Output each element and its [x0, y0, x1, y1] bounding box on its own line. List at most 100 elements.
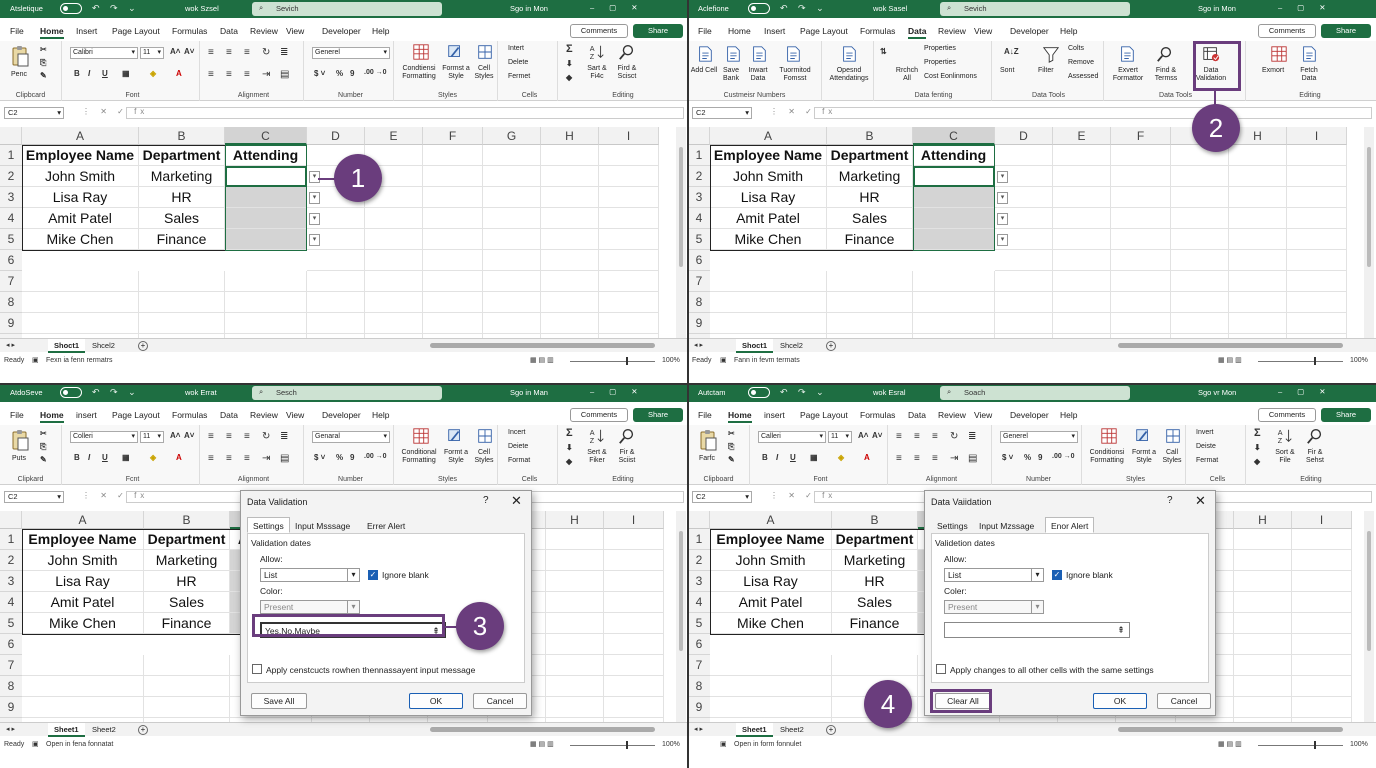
- vertical-scroll-thumb[interactable]: [1367, 531, 1371, 651]
- empty-cell[interactable]: [483, 145, 541, 166]
- empty-cell[interactable]: [1111, 271, 1171, 292]
- tab-review[interactable]: Review: [938, 410, 966, 420]
- empty-cell[interactable]: [22, 697, 144, 718]
- empty-cell[interactable]: [144, 697, 230, 718]
- empty-cell[interactable]: [1229, 166, 1287, 187]
- align-top-icon[interactable]: ≡: [208, 47, 214, 58]
- tab-formulas[interactable]: Formulas: [172, 26, 207, 36]
- empty-cell[interactable]: [1171, 187, 1229, 208]
- add-sheet-button[interactable]: +: [138, 341, 148, 351]
- tab-page-layout[interactable]: Page Layout: [800, 410, 848, 420]
- format-as-table-button[interactable]: Formt a Style: [440, 449, 472, 465]
- comments-button[interactable]: Comments: [570, 408, 628, 422]
- opened-attendings-button[interactable]: Opesnd Attendatings: [826, 67, 872, 83]
- comments-button[interactable]: Comments: [570, 24, 628, 38]
- tab-insert[interactable]: Insert: [764, 26, 785, 36]
- empty-cell[interactable]: [1287, 271, 1347, 292]
- row-header-3[interactable]: 3: [688, 187, 710, 208]
- row-header-9[interactable]: 9: [0, 697, 22, 718]
- empty-cell[interactable]: [1053, 313, 1111, 334]
- apply-all-checkbox[interactable]: [936, 664, 946, 674]
- export-button[interactable]: Exmort: [1262, 67, 1284, 75]
- cut-icon[interactable]: ✂: [728, 429, 735, 438]
- paste-button[interactable]: Puts: [4, 455, 34, 463]
- clear-icon[interactable]: ◆: [1254, 457, 1260, 466]
- cancel-button[interactable]: Cancel: [473, 693, 527, 709]
- sheet-nav-icon[interactable]: ◂ ▸: [694, 341, 703, 349]
- help-button[interactable]: ?: [1167, 495, 1173, 506]
- tab-formulas[interactable]: Formulas: [172, 410, 207, 420]
- column-header-g[interactable]: G: [483, 127, 541, 145]
- row-header-6[interactable]: 6: [0, 250, 22, 271]
- empty-cell[interactable]: [483, 250, 541, 271]
- empty-cell[interactable]: [604, 676, 664, 697]
- view-normal-icon[interactable]: ▦ ▤ ▥: [530, 354, 554, 368]
- empty-cell[interactable]: [1287, 166, 1347, 187]
- empty-cell[interactable]: [541, 208, 599, 229]
- sheet-tab-2[interactable]: Shcel2: [86, 339, 121, 353]
- tab-page-layout[interactable]: Page Layout: [112, 26, 160, 36]
- tab-formulas[interactable]: Formulas: [860, 410, 895, 420]
- empty-cell[interactable]: [225, 313, 307, 334]
- select-all-corner[interactable]: [0, 127, 22, 145]
- empty-cell[interactable]: [139, 271, 225, 292]
- tab-file[interactable]: File: [698, 410, 712, 420]
- add-sheet-button[interactable]: +: [826, 725, 836, 735]
- format-button[interactable]: Fermet: [508, 73, 530, 81]
- empty-cell[interactable]: [913, 292, 995, 313]
- align-middle-icon[interactable]: ≡: [914, 431, 920, 442]
- column-header-h[interactable]: H: [546, 511, 604, 529]
- indent-icon[interactable]: ⇥: [262, 453, 270, 464]
- empty-cell[interactable]: [423, 187, 483, 208]
- empty-cell[interactable]: [710, 676, 832, 697]
- autosave-toggle[interactable]: [60, 387, 82, 398]
- empty-cell[interactable]: [307, 271, 365, 292]
- tab-formulas[interactable]: Formulas: [860, 26, 895, 36]
- ignore-blank-checkbox[interactable]: ✓: [368, 570, 378, 580]
- empty-cell[interactable]: [599, 208, 659, 229]
- fill-icon[interactable]: ⬇: [566, 59, 573, 68]
- font-name-dropdown[interactable]: Colleri: [70, 431, 138, 443]
- empty-cell[interactable]: [365, 208, 423, 229]
- search-box[interactable]: ⌕ Sevich: [252, 2, 442, 16]
- row-header-8[interactable]: 8: [0, 676, 22, 697]
- properties-button-2[interactable]: Properties: [924, 59, 956, 67]
- empty-cell[interactable]: [546, 571, 604, 592]
- empty-cell[interactable]: [365, 271, 423, 292]
- help-button[interactable]: ?: [483, 495, 489, 506]
- select-all-corner[interactable]: [688, 511, 710, 529]
- orientation-icon[interactable]: ↻: [262, 47, 270, 58]
- row-header-9[interactable]: 9: [0, 313, 22, 334]
- empty-cell[interactable]: [599, 292, 659, 313]
- empty-cell[interactable]: [22, 655, 144, 676]
- zoom-slider[interactable]: [570, 361, 655, 362]
- find-terms-button[interactable]: Find & Termss: [1148, 67, 1184, 83]
- column-header-e[interactable]: E: [365, 127, 423, 145]
- view-normal-icon[interactable]: ▦ ▤ ▥: [1218, 738, 1242, 752]
- horizontal-scroll-thumb[interactable]: [1118, 343, 1343, 348]
- sort-filter-button[interactable]: Sort & File: [1270, 449, 1300, 465]
- empty-cell[interactable]: [1292, 613, 1352, 634]
- empty-cell[interactable]: [604, 697, 664, 718]
- empty-cell[interactable]: [483, 229, 541, 250]
- row-header-1[interactable]: 1: [688, 145, 710, 166]
- decimal-icon[interactable]: .00 →0: [1052, 453, 1075, 460]
- add-cell-button[interactable]: Add Cell: [690, 67, 718, 75]
- empty-cell[interactable]: [546, 676, 604, 697]
- align-right-icon[interactable]: ≡: [932, 453, 938, 464]
- tab-help[interactable]: Help: [372, 410, 389, 420]
- sign-in-label[interactable]: Sgo vr Mon: [1198, 388, 1236, 397]
- empty-cell[interactable]: [604, 634, 664, 655]
- font-color-icon[interactable]: A: [176, 453, 182, 462]
- fill-icon[interactable]: ⬇: [566, 443, 573, 452]
- empty-cell[interactable]: [541, 166, 599, 187]
- bold-icon[interactable]: B: [74, 453, 80, 462]
- row-header-7[interactable]: 7: [688, 271, 710, 292]
- empty-cell[interactable]: [546, 592, 604, 613]
- undo-redo-icon[interactable]: ↶ ↷ ⌄: [92, 3, 140, 14]
- row-header-6[interactable]: 6: [688, 634, 710, 655]
- column-header-f[interactable]: F: [423, 127, 483, 145]
- data-dropdown[interactable]: Present: [944, 600, 1044, 614]
- empty-cell[interactable]: [1229, 292, 1287, 313]
- row-header-1[interactable]: 1: [688, 529, 710, 550]
